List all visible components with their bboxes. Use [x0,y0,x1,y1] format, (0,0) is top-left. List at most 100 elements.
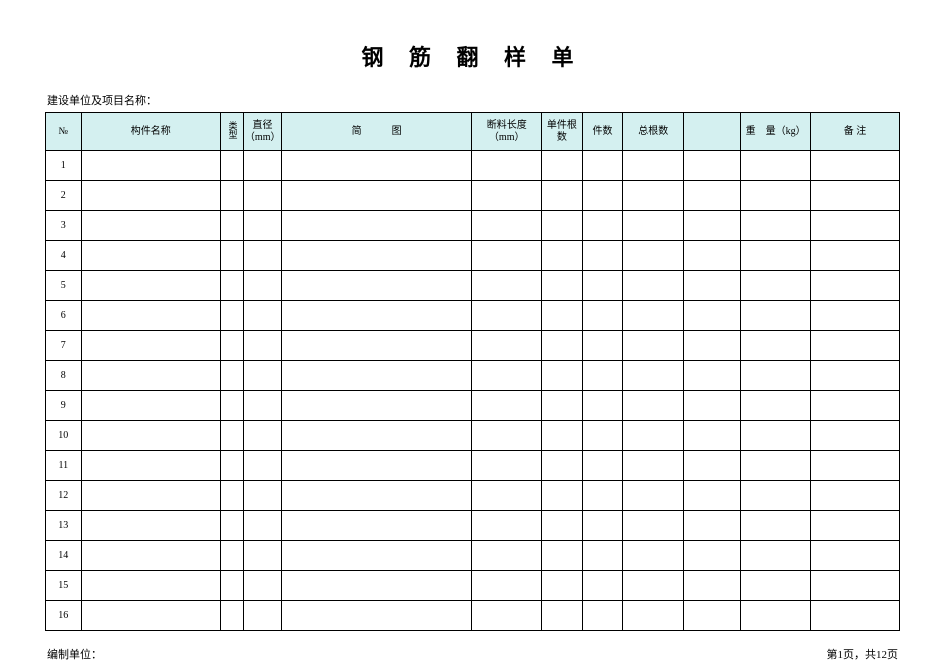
cell-type [221,541,244,571]
header-name: 构件名称 [81,113,221,151]
cell-blank [684,361,741,391]
cell-cut_length [472,211,542,241]
cell-unit_roots [542,361,583,391]
cell-unit_roots [542,391,583,421]
cell-note [811,271,900,301]
cell-type [221,421,244,451]
cell-diagram [281,571,471,601]
cell-pieces [582,481,623,511]
footer-page-number: 第1页，共12页 [827,646,899,662]
cell-type [221,271,244,301]
cell-diameter [243,481,281,511]
cell-diameter [243,241,281,271]
cell-note [811,481,900,511]
cell-weight [741,541,811,571]
cell-pieces [582,181,623,211]
cell-diameter [243,421,281,451]
cell-note [811,541,900,571]
header-diagram: 简 图 [281,113,471,151]
cell-no: 3 [46,211,82,241]
cell-unit_roots [542,481,583,511]
cell-diagram [281,451,471,481]
cell-no: 11 [46,451,82,481]
cell-blank [684,241,741,271]
cell-name [81,271,221,301]
cell-cut_length [472,481,542,511]
cell-diameter [243,361,281,391]
table-row: 12 [46,481,900,511]
cell-type [221,151,244,181]
cell-type [221,571,244,601]
cell-diagram [281,151,471,181]
cell-total_roots [623,421,684,451]
table-body: 12345678910111213141516 [46,151,900,631]
cell-type [221,481,244,511]
cell-unit_roots [542,571,583,601]
cell-type [221,331,244,361]
cell-diameter [243,601,281,631]
cell-pieces [582,271,623,301]
cell-total_roots [623,181,684,211]
cell-diagram [281,421,471,451]
cell-note [811,331,900,361]
cell-total_roots [623,241,684,271]
cell-blank [684,451,741,481]
cell-no: 6 [46,301,82,331]
table-row: 4 [46,241,900,271]
cell-weight [741,301,811,331]
cell-weight [741,601,811,631]
cell-no: 2 [46,181,82,211]
cell-pieces [582,391,623,421]
cell-type [221,511,244,541]
cell-total_roots [623,391,684,421]
cell-blank [684,541,741,571]
cell-no: 10 [46,421,82,451]
header-weight: 重 量（kg） [741,113,811,151]
cell-blank [684,301,741,331]
cell-diagram [281,181,471,211]
cell-no: 13 [46,511,82,541]
cell-blank [684,511,741,541]
cell-name [81,301,221,331]
cell-cut_length [472,181,542,211]
cell-cut_length [472,151,542,181]
cell-diagram [281,271,471,301]
cell-no: 4 [46,241,82,271]
cell-pieces [582,331,623,361]
cell-cut_length [472,331,542,361]
cell-blank [684,421,741,451]
cell-name [81,241,221,271]
cell-no: 15 [46,571,82,601]
cell-note [811,151,900,181]
table-row: 11 [46,451,900,481]
cell-type [221,361,244,391]
cell-pieces [582,151,623,181]
cell-diagram [281,241,471,271]
cell-weight [741,331,811,361]
table-row: 14 [46,541,900,571]
cell-cut_length [472,361,542,391]
cell-weight [741,181,811,211]
cell-diagram [281,511,471,541]
cell-diameter [243,541,281,571]
cell-diameter [243,331,281,361]
page-title: 钢 筋 翻 样 单 [45,40,900,72]
cell-note [811,511,900,541]
cell-no: 16 [46,601,82,631]
cell-note [811,241,900,271]
cell-diagram [281,481,471,511]
cell-pieces [582,301,623,331]
cell-weight [741,571,811,601]
cell-type [221,241,244,271]
cell-type [221,181,244,211]
cell-no: 1 [46,151,82,181]
cell-diameter [243,271,281,301]
cell-unit_roots [542,541,583,571]
header-unit-roots: 单件根数 [542,113,583,151]
cell-note [811,361,900,391]
cell-blank [684,571,741,601]
cell-unit_roots [542,601,583,631]
form-table: № 构件名称 类型 直径（mm） 简 图 断料长度（mm） 单件根数 件数 总根… [45,112,900,631]
table-row: 16 [46,601,900,631]
cell-name [81,361,221,391]
